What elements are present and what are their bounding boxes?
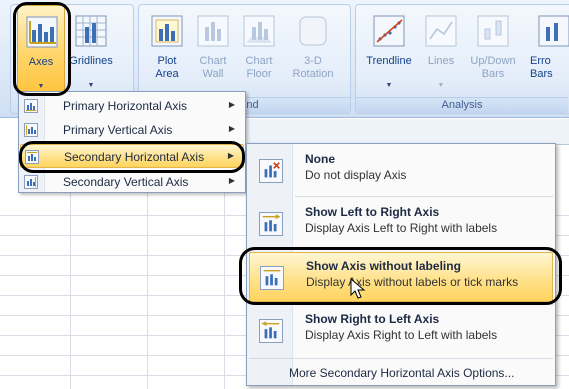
menu-item-primary-horizontal-axis[interactable]: Primary Horizontal Axis ▶ [20, 94, 244, 118]
chevron-right-icon: ▶ [228, 100, 235, 109]
chevron-down-icon: ▼ [437, 82, 445, 89]
plot-area-label: Plot Area [155, 55, 179, 80]
secondary-vertical-axis-icon [24, 175, 38, 189]
error-bars-button[interactable]: Erro Bars [526, 5, 569, 95]
submenu-item-title: None [305, 152, 335, 166]
menu-item-primary-vertical-axis[interactable]: Primary Vertical Axis ▶ [20, 118, 244, 142]
submenu-item-show-right-to-left-axis[interactable]: Show Right to Left Axis Display Axis Rig… [249, 306, 553, 354]
trendline-button[interactable]: Trendline ▼ [360, 5, 418, 95]
menu-item-label: Primary Vertical Axis [63, 123, 173, 137]
analysis-group-label: Analysis [356, 97, 568, 113]
gridlines-button[interactable]: Gridlines ▼ [67, 5, 115, 95]
chart-floor-label: Chart Floor [245, 55, 273, 80]
plot-area-icon [151, 15, 183, 47]
analysis-group: Trendline ▼ Lines ▼ Up/Down Bars Erro Ba… [355, 4, 569, 114]
error-bars-icon [538, 15, 569, 47]
mouse-pointer-icon [350, 278, 366, 299]
vertical-axis-icon [24, 123, 38, 137]
left-to-right-axis-icon [259, 212, 283, 236]
menu-item-label: Primary Horizontal Axis [63, 99, 188, 113]
gridlines-icon [75, 15, 107, 47]
submenu-item-title: Show Right to Left Axis [305, 312, 440, 326]
menu-item-label: Secondary Horizontal Axis [64, 150, 205, 164]
plot-area-button[interactable]: Plot Area [143, 5, 191, 95]
menu-separator [295, 249, 553, 250]
horizontal-axis-icon [24, 99, 38, 113]
submenu-item-description: Display Axis Right to Left with labels [305, 328, 498, 342]
submenu-item-show-left-to-right-axis[interactable]: Show Left to Right Axis Display Axis Lef… [249, 199, 553, 247]
chevron-down-icon: ▼ [385, 82, 393, 89]
chevron-down-icon: ▼ [87, 82, 95, 89]
axes-button[interactable]: Axes ▼ [17, 5, 65, 95]
menu-separator [295, 196, 553, 197]
no-axis-icon [259, 159, 283, 183]
axes-dropdown-menu: Primary Horizontal Axis ▶ Primary Vertic… [18, 91, 246, 193]
more-options-label: More Secondary Horizontal Axis Options..… [289, 366, 515, 380]
menu-separator [295, 304, 553, 305]
lines-label: Lines [427, 55, 455, 67]
chevron-down-icon: ▼ [37, 83, 45, 90]
submenu-item-title: Show Left to Right Axis [305, 205, 440, 219]
trendline-icon [373, 15, 405, 47]
menu-item-secondary-horizontal-axis[interactable]: Secondary Horizontal Axis ▶ [20, 144, 244, 168]
chevron-right-icon: ▶ [228, 176, 235, 185]
secondary-horizontal-axis-icon [25, 150, 39, 164]
submenu-item-none[interactable]: None Do not display Axis [249, 146, 553, 194]
menu-item-label: Secondary Vertical Axis [63, 175, 189, 189]
more-secondary-horizontal-axis-options[interactable]: More Secondary Horizontal Axis Options..… [249, 362, 553, 384]
submenu-item-description: Do not display Axis [305, 168, 407, 182]
secondary-horizontal-axis-submenu: None Do not display Axis Show Left to Ri… [246, 143, 556, 386]
lines-icon [425, 15, 457, 47]
gridlines-label: Gridlines [69, 55, 113, 67]
submenu-item-show-axis-without-labeling[interactable]: Show Axis without labeling Display Axis … [249, 252, 553, 302]
up-down-bars-icon [477, 15, 509, 47]
error-bars-label: Erro Bars [530, 55, 553, 80]
3d-rotation-label: 3-D Rotation [292, 55, 334, 80]
axis-without-labels-icon [260, 266, 284, 290]
chart-wall-button[interactable]: Chart Wall [189, 5, 237, 95]
formula-bar [245, 119, 569, 145]
right-to-left-axis-icon [259, 319, 283, 343]
submenu-item-description: Display Axis Left to Right with labels [305, 221, 498, 235]
up-down-bars-label: Up/Down Bars [470, 55, 516, 80]
chevron-right-icon: ▶ [227, 151, 234, 160]
3d-rotation-button[interactable]: 3-D Rotation [283, 5, 343, 95]
menu-separator [249, 358, 553, 359]
submenu-item-description: Display Axis without labels or tick mark… [306, 275, 519, 289]
trendline-label: Trendline [366, 55, 412, 67]
3d-rotation-icon [299, 16, 327, 46]
chevron-right-icon: ▶ [228, 124, 235, 133]
up-down-bars-button[interactable]: Up/Down Bars [464, 5, 522, 95]
lines-button[interactable]: Lines ▼ [420, 5, 462, 95]
chart-wall-label: Chart Wall [199, 55, 227, 80]
axes-chart-icon [26, 16, 58, 48]
chart-floor-button[interactable]: Chart Floor [235, 5, 283, 95]
chart-wall-icon [197, 15, 229, 47]
axes-label: Axes [28, 56, 54, 68]
menu-item-secondary-vertical-axis[interactable]: Secondary Vertical Axis ▶ [20, 170, 244, 194]
chart-floor-icon [243, 15, 275, 47]
submenu-item-title: Show Axis without labeling [306, 259, 461, 273]
